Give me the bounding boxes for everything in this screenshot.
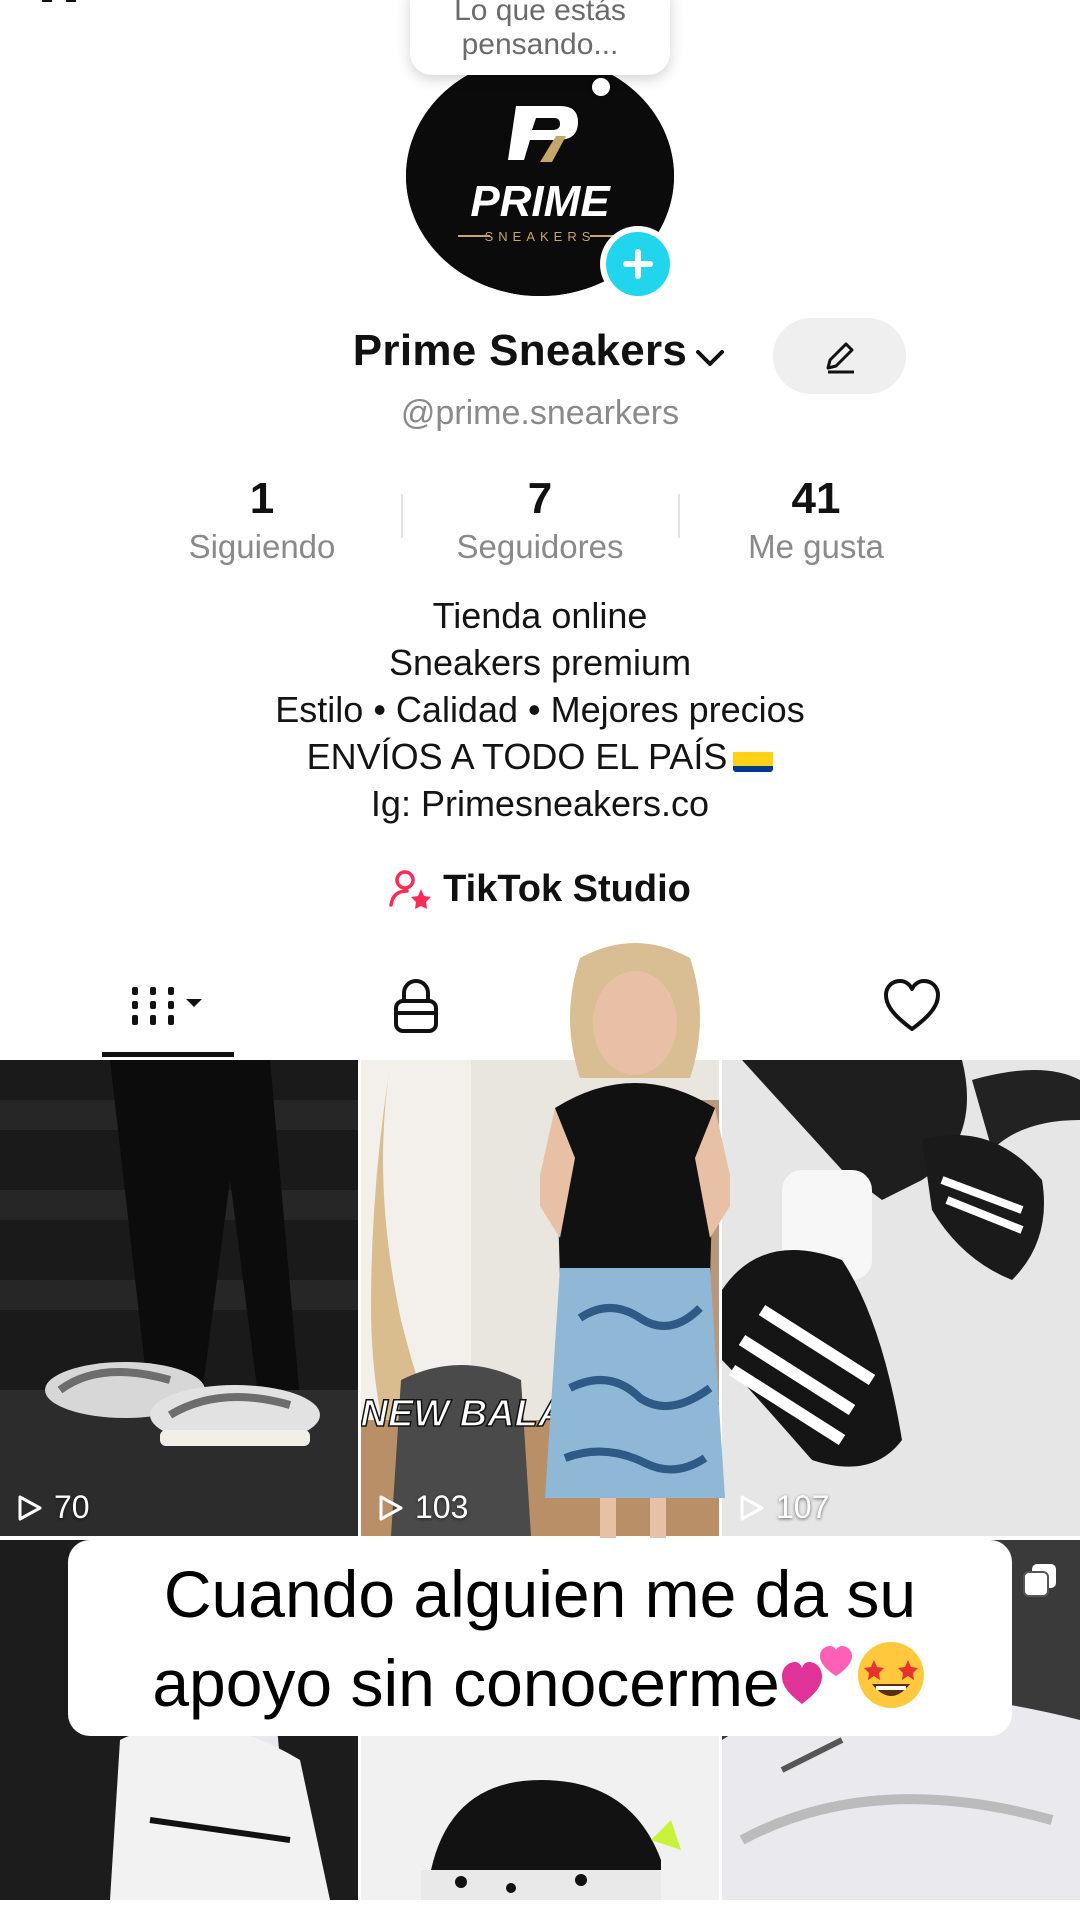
thought-bubble-text: Lo que estás pensando...	[454, 0, 626, 61]
view-count: 103	[375, 1489, 468, 1526]
tab-private[interactable]	[366, 972, 466, 1042]
bio: Tienda online Sneakers premium Estilo • …	[0, 592, 1080, 827]
video-tile[interactable]: 107	[722, 1060, 1080, 1536]
multiple-photos-icon	[1022, 1562, 1058, 1598]
lock-icon	[394, 979, 438, 1033]
star-struck-icon	[854, 1638, 928, 1733]
thought-bubble[interactable]: Lo que estás pensando...	[410, 0, 670, 75]
play-icon	[740, 1495, 764, 1520]
plus-icon	[623, 249, 653, 279]
tab-videos[interactable]	[118, 972, 218, 1042]
stat-divider	[401, 494, 403, 538]
play-icon	[18, 1495, 42, 1520]
stat-likes-value: 41	[791, 474, 841, 523]
play-icon	[379, 1495, 403, 1520]
username-handle: @prime.snearkers	[400, 394, 680, 432]
grid-icon	[132, 987, 202, 1025]
stat-divider	[678, 494, 680, 538]
pencil-icon	[826, 342, 854, 374]
stat-followers[interactable]: 7 Seguidores	[415, 474, 665, 566]
stat-followers-label: Seguidores	[456, 528, 624, 565]
thought-bubble-tail	[592, 78, 610, 96]
view-count: 70	[14, 1489, 90, 1526]
tiktok-studio-label: TikTok Studio	[443, 868, 691, 910]
view-count: 107	[736, 1489, 829, 1526]
stat-following-value: 1	[249, 474, 275, 523]
bio-line: Estilo • Calidad • Mejores precios	[275, 689, 805, 730]
tab-liked[interactable]	[862, 972, 962, 1042]
bio-line: Tienda online	[432, 595, 648, 636]
video-thumbnail	[722, 1060, 1080, 1536]
bio-line: ENVÍOS A TODO EL PAÍS	[0, 733, 1080, 780]
stat-likes-label: Me gusta	[748, 528, 884, 565]
stat-following[interactable]: 1 Siguiendo	[137, 474, 387, 566]
stat-following-label: Siguiendo	[188, 528, 336, 565]
bottom-edge	[0, 1900, 1080, 1920]
two-hearts-icon	[780, 1642, 854, 1733]
colombia-flag-icon	[733, 744, 774, 772]
creator-star-icon	[389, 869, 433, 919]
top-right-icons[interactable]	[844, 0, 1044, 8]
display-name-row[interactable]: Prime Sneakers	[0, 326, 1080, 380]
tiktok-studio-link[interactable]: TikTok Studio	[0, 868, 1080, 919]
active-tab-indicator	[102, 1052, 234, 1057]
stat-likes[interactable]: 41 Me gusta	[691, 474, 941, 566]
display-name: Prime Sneakers	[352, 326, 688, 375]
video-tile[interactable]: 70	[0, 1060, 358, 1536]
video-caption: Cuando alguien me da su apoyo sin conoce…	[68, 1540, 1012, 1736]
bio-line: Sneakers premium	[388, 642, 692, 683]
add-story-button[interactable]	[600, 226, 676, 302]
video-thumbnail	[0, 1060, 358, 1536]
bio-link[interactable]: Ig: Primesneakers.co	[0, 780, 1080, 827]
overlay-person-image	[535, 938, 735, 1538]
logo-subtitle: SNEAKERS	[485, 229, 596, 244]
status-bar-time	[36, 0, 96, 8]
stat-followers-value: 7	[527, 474, 553, 523]
logo-title: PRIME	[470, 177, 611, 226]
heart-icon	[884, 979, 940, 1031]
chevron-down-icon[interactable]	[693, 341, 727, 380]
edit-profile-button[interactable]	[773, 318, 906, 394]
